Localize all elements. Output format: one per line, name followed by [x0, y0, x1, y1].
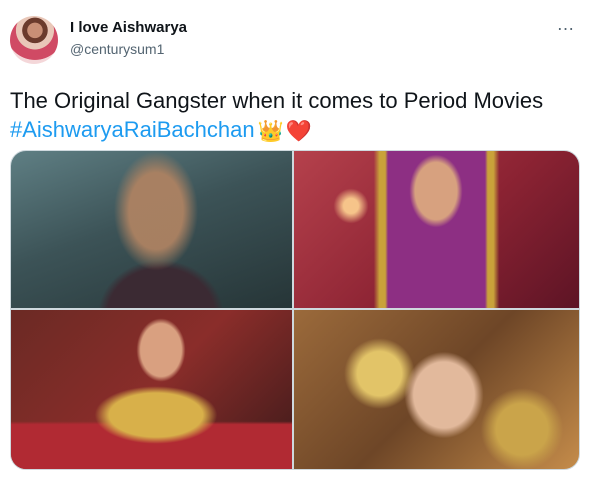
- tweet-text-line-2: #AishwaryaRaiBachchan 👑❤️: [10, 115, 580, 146]
- tweet-text-line: The Original Gangster when it comes to P…: [10, 88, 544, 113]
- media-photo-4[interactable]: [294, 310, 579, 469]
- media-photo-1[interactable]: [11, 151, 292, 308]
- tweet-text: The Original Gangster when it comes to P…: [10, 86, 580, 146]
- crown-emoji: 👑: [257, 120, 284, 143]
- media-photo-3[interactable]: [11, 310, 292, 469]
- media-grid: [10, 150, 580, 470]
- more-options-icon[interactable]: …: [552, 15, 580, 39]
- author-display-name[interactable]: I love Aishwarya: [70, 19, 187, 37]
- hashtag-link[interactable]: #AishwaryaRaiBachchan: [10, 117, 255, 142]
- media-photo-2[interactable]: [294, 151, 579, 308]
- author-handle[interactable]: @centurysum1: [70, 40, 164, 58]
- tweet-card: I love Aishwarya @centurysum1 … The Orig…: [0, 0, 590, 480]
- heart-emoji: ❤️: [285, 120, 312, 143]
- avatar[interactable]: [10, 16, 58, 64]
